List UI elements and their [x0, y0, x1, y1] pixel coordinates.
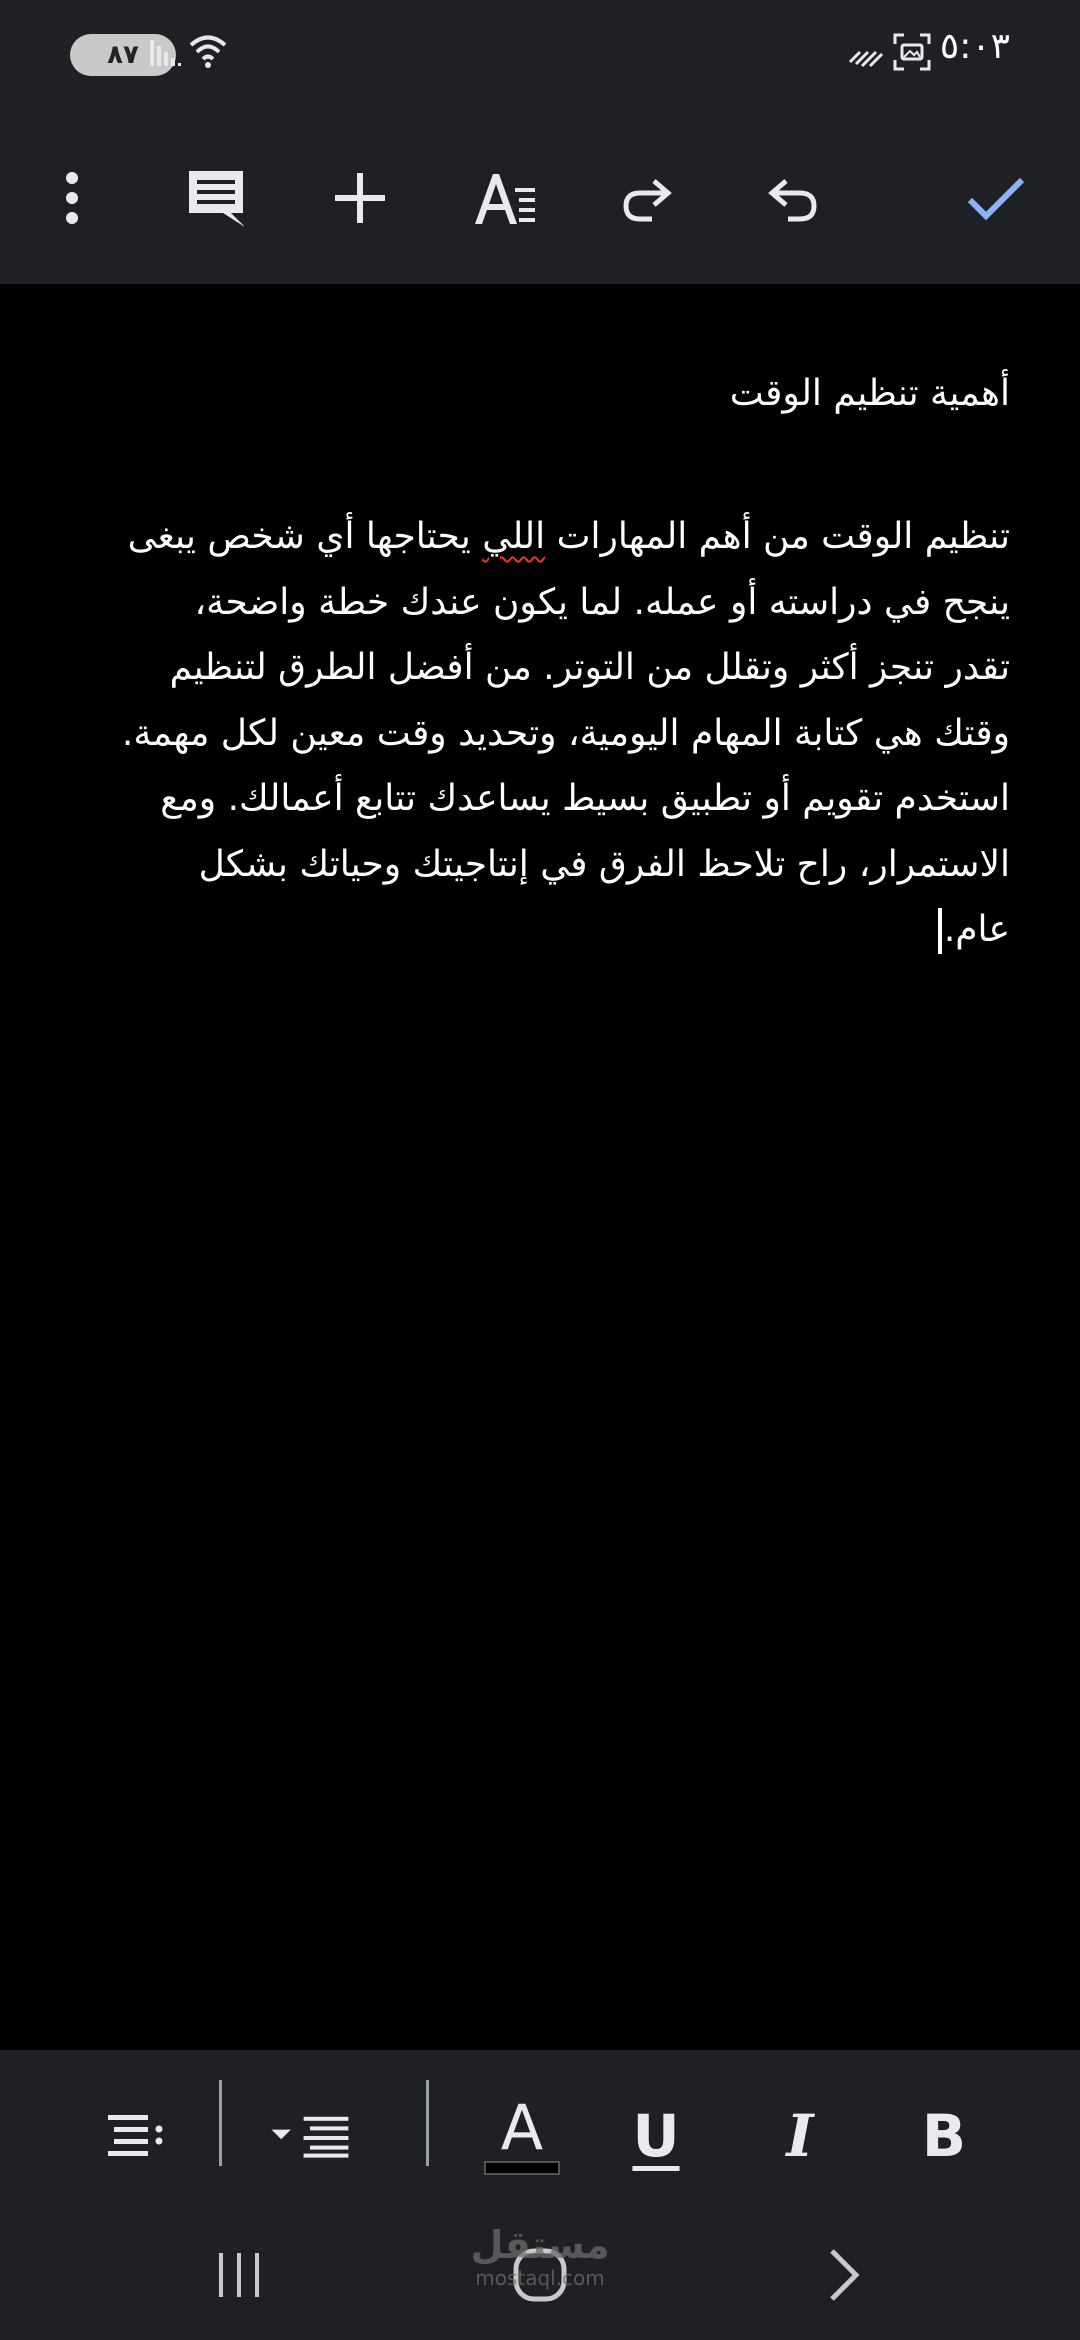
list-button[interactable] [96, 2096, 176, 2176]
comment-icon [189, 171, 245, 227]
undo-button[interactable] [744, 150, 840, 246]
recents-button[interactable] [200, 2235, 280, 2315]
done-button[interactable] [948, 150, 1044, 246]
bold-button[interactable]: B [904, 2096, 984, 2176]
text-color-icon: A [484, 2097, 560, 2175]
redo-button[interactable] [600, 150, 696, 246]
screenshot-icon [893, 33, 931, 71]
body-line-4: وقتك هي كتابة المهام اليومية، وتحديد وقت… [121, 712, 1010, 754]
system-nav-bar: مستقل mostaql.com [0, 2205, 1080, 2340]
watermark: مستقل mostaql.com [470, 2223, 610, 2289]
back-button[interactable] [804, 2235, 884, 2315]
align-dropdown-icon [271, 2116, 349, 2158]
comment-button[interactable] [168, 150, 264, 246]
body-line-1: تنظيم الوقت من أهم المهارات اللي يحتاجها… [70, 504, 1010, 570]
misspelled-word[interactable]: اللي [482, 516, 545, 557]
status-clock: ٥:٠٣ [939, 26, 1010, 67]
body-line-5: استخدم تقويم أو تطبيق بسيط يساعدك تتابع … [160, 778, 1010, 819]
watermark-latin: mostaql.com [475, 2266, 605, 2290]
battery-level: ٨٧ [107, 40, 139, 70]
screen: ٨٧ ٥:٠٣ أهمية تنظيم الوقت تنظيم الوقت من… [0, 0, 1080, 2340]
body-line-7: عام. [70, 897, 1010, 963]
format-divider [426, 2080, 429, 2166]
format-bar: A U I B [0, 2050, 1080, 2205]
signal-icon [150, 40, 181, 66]
underline-button[interactable]: U [616, 2096, 696, 2176]
document-body[interactable]: تنظيم الوقت من أهم المهارات اللي يحتاجها… [70, 504, 1010, 963]
list-icon [108, 2115, 163, 2156]
alignment-button[interactable] [270, 2096, 350, 2176]
redo-icon [623, 179, 672, 222]
undo-icon [768, 179, 817, 222]
text-cursor [937, 908, 942, 954]
document-title[interactable]: أهمية تنظيم الوقت [70, 374, 1010, 414]
recents-icon [219, 2253, 259, 2297]
insert-button[interactable] [312, 150, 408, 246]
document-canvas[interactable]: أهمية تنظيم الوقت تنظيم الوقت من أهم الم… [0, 284, 1080, 2050]
add-icon [335, 173, 385, 223]
back-icon [830, 2249, 860, 2301]
body-line-6: الاستمرار، راح تلاحظ الفرق في إنتاجيتك و… [198, 843, 1010, 885]
bold-icon: B [921, 2102, 967, 2170]
vibrate-icon [848, 50, 884, 68]
text-color-button[interactable]: A [472, 2096, 572, 2176]
editor-toolbar [0, 110, 1080, 284]
wifi-icon [189, 35, 227, 68]
body-line-3: تقدر تنجز أكثر وتقلل من التوتر. من أفضل … [169, 647, 1010, 688]
text-color-swatch [484, 2161, 560, 2175]
underline-icon: U [632, 2102, 680, 2170]
more-vert-icon [66, 172, 78, 224]
format-divider [219, 2080, 222, 2166]
status-bar: ٨٧ ٥:٠٣ [0, 0, 1080, 110]
italic-button[interactable]: I [760, 2096, 840, 2176]
text-format-button[interactable] [456, 150, 552, 246]
body-line-1-end: يحتاجها أي شخص يبغى [127, 516, 483, 557]
watermark-arabic: مستقل [470, 2223, 610, 2267]
body-line-7-text: عام. [943, 909, 1010, 950]
italic-icon: I [786, 2102, 814, 2170]
text-color-label: A [500, 2091, 544, 2164]
text-format-icon [475, 174, 535, 224]
more-options-button[interactable] [24, 150, 120, 246]
body-line-1-start: تنظيم الوقت من أهم المهارات [545, 516, 1010, 557]
check-icon [967, 177, 1025, 221]
body-line-2: ينجح في دراسته أو عمله. لما يكون عندك خط… [194, 581, 1010, 623]
